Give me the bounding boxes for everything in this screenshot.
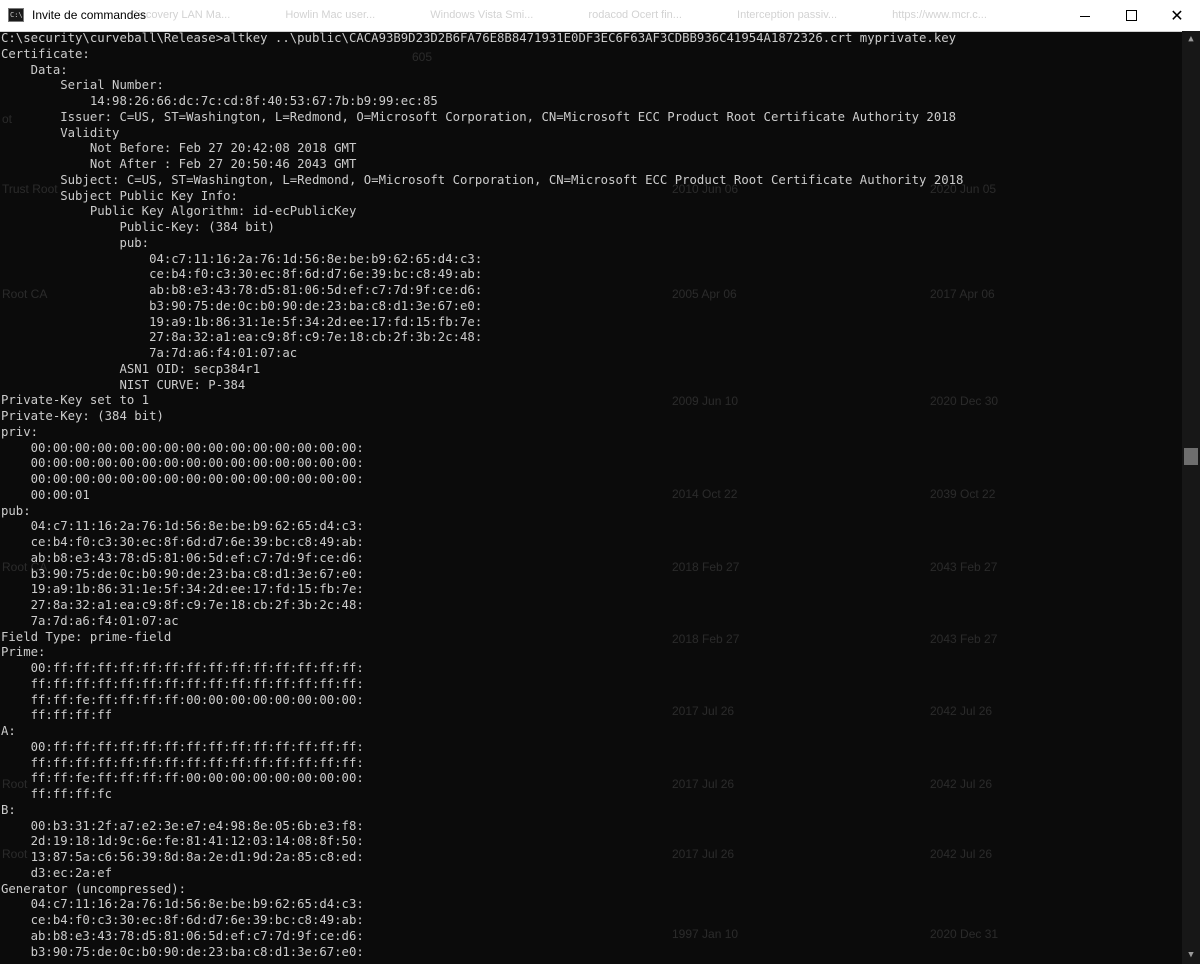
console-line: 7a:7d:a6:f4:01:07:ac <box>30 613 179 628</box>
console-line: 00:b3:31:2f:a7:e2:3e:e7:e4:98:8e:05:6b:e… <box>30 818 364 833</box>
console-line: Not Before: Feb 27 20:42:08 2018 GMT <box>89 141 357 156</box>
console-line: 00:ff:ff:ff:ff:ff:ff:ff:ff:ff:ff:ff:ff:f… <box>30 661 364 675</box>
console-line: 27:8a:32:a1:ea:c9:8f:c9:7e:18:cb:2f:3b:2… <box>149 330 483 345</box>
console-line: b3:90:75:de:0c:b0:90:de:23:ba:c8:d1:3e:6… <box>30 944 364 959</box>
console-line: C:\security\curveball\Release>altkey ..\… <box>1 31 957 45</box>
close-button[interactable]: ✕ <box>1154 0 1200 31</box>
console-line: 04:c7:11:16:2a:76:1d:56:8e:be:b9:62:65:d… <box>30 519 364 534</box>
close-icon: ✕ <box>1170 6 1184 25</box>
console-line: ff:ff:ff:ff:ff:ff:ff:ff:ff:ff:ff:ff:ff:f… <box>30 676 364 691</box>
console-line: 13:87:5a:c6:56:39:8d:8a:2e:d1:9d:2a:85:c… <box>30 850 364 864</box>
console-line: Generator (uncompressed): <box>1 881 187 896</box>
console-line: priv: <box>1 424 39 439</box>
console-line: Certificate: <box>1 46 90 61</box>
background-tab: https://www.mcr.c... <box>892 9 987 21</box>
console-line: b3:90:75:de:0c:b0:90:de:23:ba:c8:d1:3e:6… <box>30 566 364 581</box>
console-line: b3:90:75:de:0c:b0:90:de:23:ba:c8:d1:3e:6… <box>149 298 483 313</box>
console-line: Issuer: C=US, ST=Washington, L=Redmond, … <box>60 109 957 124</box>
console-line: 19:a9:1b:86:31:1e:5f:34:2d:ee:17:fd:15:f… <box>30 582 364 597</box>
console-text: C:\security\curveball\Release>altkey ..\… <box>0 31 1182 960</box>
console-line: ce:b4:f0:c3:30:ec:8f:6d:d7:6e:39:bc:c8:4… <box>30 535 364 549</box>
console-line: Public Key Algorithm: id-ecPublicKey <box>89 204 357 219</box>
console-line: ff:ff:ff:ff <box>30 708 113 723</box>
console-line: Validity <box>60 125 120 140</box>
background-tabs: Ciscovery LAN Ma... Howlin Mac user... W… <box>130 0 1050 31</box>
console-line: 7a:7d:a6:f4:01:07:ac <box>149 346 298 360</box>
console-line: NIST CURVE: P-384 <box>119 377 246 392</box>
console-line: 19:a9:1b:86:31:1e:5f:34:2d:ee:17:fd:15:f… <box>149 314 483 329</box>
cmd-icon: C:\ <box>8 8 24 22</box>
scroll-up-arrow-icon[interactable]: ▲ <box>1182 31 1200 48</box>
console-line: ab:b8:e3:43:78:d5:81:06:5d:ef:c7:7d:9f:c… <box>30 928 364 943</box>
console-line: pub: <box>119 235 150 250</box>
console-line: ff:ff:fe:ff:ff:ff:ff:00:00:00:00:00:00:0… <box>30 771 364 786</box>
console-line: ff:ff:ff:fc <box>30 787 113 801</box>
console-line: 00:00:00:00:00:00:00:00:00:00:00:00:00:0… <box>30 440 364 455</box>
title-bar[interactable]: C:\ Invite de commandes Ciscovery LAN Ma… <box>0 0 1200 32</box>
console-line: Not After : Feb 27 20:50:46 2043 GMT <box>89 157 357 171</box>
console-line: ab:b8:e3:43:78:d5:81:06:5d:ef:c7:7d:9f:c… <box>30 550 364 565</box>
console-line: d3:ec:2a:ef <box>30 865 113 880</box>
maximize-button[interactable] <box>1108 0 1154 31</box>
console-line: Prime: <box>1 645 46 660</box>
background-tab: Windows Vista Smi... <box>430 9 534 21</box>
minimize-button[interactable] <box>1062 0 1108 31</box>
scrollbar-thumb[interactable] <box>1184 448 1198 465</box>
background-tab: Howlin Mac user... <box>285 9 376 21</box>
window-title: Invite de commandes <box>32 8 147 22</box>
console-line: 14:98:26:66:dc:7c:cd:8f:40:53:67:7b:b9:9… <box>89 94 438 108</box>
console-line: pub: <box>1 503 31 518</box>
console-line: 00:00:00:00:00:00:00:00:00:00:00:00:00:0… <box>30 456 364 471</box>
console-line: ff:ff:ff:ff:ff:ff:ff:ff:ff:ff:ff:ff:ff:f… <box>30 755 364 770</box>
console-line: 04:c7:11:16:2a:76:1d:56:8e:be:b9:62:65:d… <box>30 897 364 912</box>
minimize-icon <box>1080 15 1090 17</box>
console-line: ab:b8:e3:43:78:d5:81:06:5d:ef:c7:7d:9f:c… <box>149 283 483 297</box>
console-line: B: <box>1 802 16 817</box>
console-line: Subject: C=US, ST=Washington, L=Redmond,… <box>60 172 964 187</box>
vertical-scrollbar[interactable]: ▲ ▼ <box>1182 31 1200 964</box>
background-tab: Ciscovery LAN Ma... <box>130 9 231 21</box>
console-line: ce:b4:f0:c3:30:ec:8f:6d:d7:6e:39:bc:c8:4… <box>30 913 364 927</box>
console-line: 00:00:01 <box>30 487 90 502</box>
scroll-down-arrow-icon[interactable]: ▼ <box>1182 947 1200 964</box>
console-output[interactable]: C:\security\curveball\Release>altkey ..\… <box>0 31 1182 964</box>
console-line: Field Type: prime-field <box>1 629 172 644</box>
background-tab: rodacod Ocert fin... <box>588 9 682 21</box>
console-line: A: <box>1 724 16 738</box>
console-line: ce:b4:f0:c3:30:ec:8f:6d:d7:6e:39:bc:c8:4… <box>149 267 483 282</box>
console-line: Public-Key: (384 bit) <box>119 220 275 234</box>
background-tab: Interception passiv... <box>737 9 838 21</box>
console-line: Private-Key set to 1 <box>1 393 150 408</box>
console-line: ASN1 OID: secp384r1 <box>119 361 261 376</box>
console-line: Subject Public Key Info: <box>60 188 238 203</box>
console-line: Private-Key: (384 bit) <box>1 409 164 423</box>
console-line: 00:00:00:00:00:00:00:00:00:00:00:00:00:0… <box>30 472 364 486</box>
console-line: Serial Number: <box>60 78 164 93</box>
console-line: 2d:19:18:1d:9c:6e:fe:81:41:12:03:14:08:8… <box>30 834 364 849</box>
maximize-icon <box>1125 9 1137 21</box>
console-line: 04:c7:11:16:2a:76:1d:56:8e:be:b9:62:65:d… <box>149 251 483 266</box>
console-line: 00:ff:ff:ff:ff:ff:ff:ff:ff:ff:ff:ff:ff:f… <box>30 739 364 754</box>
console-line: ff:ff:fe:ff:ff:ff:ff:00:00:00:00:00:00:0… <box>30 692 364 707</box>
console-line: 27:8a:32:a1:ea:c9:8f:c9:7e:18:cb:2f:3b:2… <box>30 598 364 612</box>
console-line: Data: <box>30 62 68 77</box>
